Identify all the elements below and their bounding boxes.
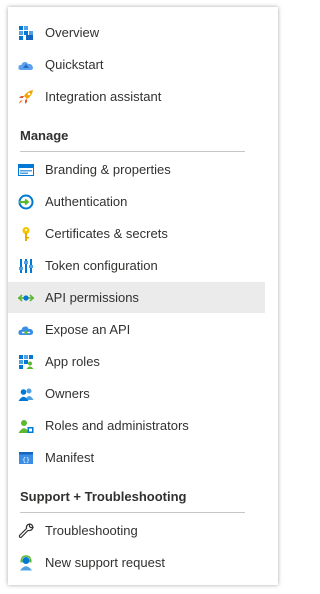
token-config-icon <box>18 258 34 274</box>
branding-icon <box>18 162 34 178</box>
rocket-icon <box>18 89 34 105</box>
expose-api-cloud-icon <box>18 322 34 338</box>
nav-item-label: Manifest <box>45 450 95 465</box>
nav-item-overview[interactable]: Overview <box>8 17 265 48</box>
nav-item-label: Roles and administrators <box>45 418 189 433</box>
nav-item-label: Branding & properties <box>45 162 171 177</box>
nav-item-manifest[interactable]: {} Manifest <box>8 442 265 473</box>
nav-item-label: Certificates & secrets <box>45 226 168 241</box>
nav-item-label: Token configuration <box>45 258 158 273</box>
nav-item-branding-properties[interactable]: Branding & properties <box>8 154 265 185</box>
nav-item-troubleshooting[interactable]: Troubleshooting <box>8 515 265 546</box>
quickstart-cloud-icon <box>18 57 34 73</box>
section-divider <box>20 512 245 513</box>
nav-item-authentication[interactable]: Authentication <box>8 186 265 217</box>
nav-item-api-permissions[interactable]: API permissions <box>8 282 265 313</box>
navigation-menu: Overview Quickstart Integration assistan… <box>8 7 278 585</box>
nav-item-owners[interactable]: Owners <box>8 378 265 409</box>
section-header-support: Support + Troubleshooting <box>20 489 187 504</box>
owners-people-icon <box>18 386 34 402</box>
support-person-icon <box>18 555 34 571</box>
app-roles-grid-icon <box>18 354 34 370</box>
nav-item-label: Authentication <box>45 194 128 209</box>
nav-item-token-configuration[interactable]: Token configuration <box>8 250 265 281</box>
section-divider <box>20 151 245 152</box>
nav-item-app-roles[interactable]: App roles <box>8 346 265 377</box>
nav-item-label: Overview <box>45 25 100 40</box>
nav-item-integration-assistant[interactable]: Integration assistant <box>8 81 265 112</box>
key-icon <box>18 226 34 242</box>
nav-item-expose-an-api[interactable]: Expose an API <box>8 314 265 345</box>
nav-item-roles-administrators[interactable]: Roles and administrators <box>8 410 265 441</box>
nav-item-label: Integration assistant <box>45 89 162 104</box>
overview-grid-icon <box>18 25 34 41</box>
wrench-icon <box>18 523 34 539</box>
authentication-icon <box>18 194 34 210</box>
nav-item-certificates-secrets[interactable]: Certificates & secrets <box>8 218 265 249</box>
nav-item-new-support-request[interactable]: New support request <box>8 547 265 578</box>
nav-item-label: API permissions <box>45 290 139 305</box>
nav-item-label: New support request <box>45 555 165 570</box>
nav-item-label: Quickstart <box>45 57 104 72</box>
nav-item-label: Owners <box>45 386 90 401</box>
api-permissions-icon <box>18 290 34 306</box>
nav-item-label: Troubleshooting <box>45 523 138 538</box>
section-header-manage: Manage <box>20 128 69 143</box>
nav-item-quickstart[interactable]: Quickstart <box>8 49 265 80</box>
nav-item-label: App roles <box>45 354 100 369</box>
manifest-icon: {} <box>18 450 34 466</box>
roles-admin-icon <box>18 418 34 434</box>
nav-item-label: Expose an API <box>45 322 131 337</box>
svg-text:{}: {} <box>22 456 30 464</box>
